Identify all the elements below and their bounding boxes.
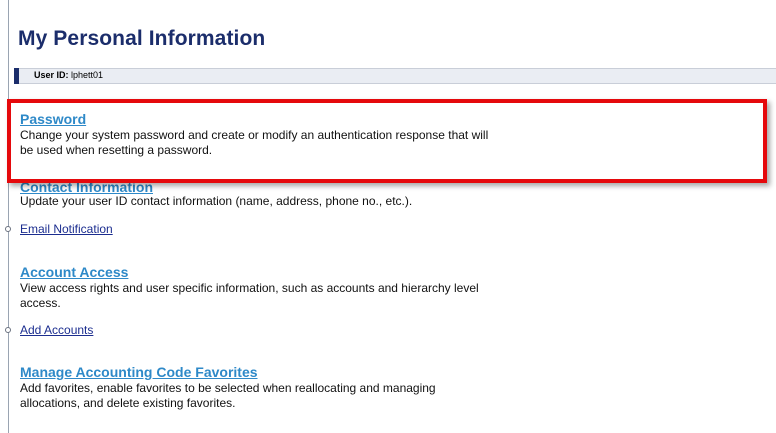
personal-information-page: My Personal Information User ID: lphett0… xyxy=(0,0,776,433)
password-link[interactable]: Password xyxy=(20,112,488,127)
user-id-value: lphett01 xyxy=(71,70,104,80)
page-left-border xyxy=(8,0,9,433)
account-access-description: View access rights and user specific inf… xyxy=(20,281,479,310)
contact-information-link[interactable]: Contact Information xyxy=(20,180,412,195)
user-id-text: User ID: lphett01 xyxy=(34,70,103,80)
add-accounts-link[interactable]: Add Accounts xyxy=(20,323,93,337)
accounting-code-favorites-description: Add favorites, enable favorites to be se… xyxy=(20,381,436,410)
email-notification-bullet-icon xyxy=(5,226,11,232)
contact-information-section: Contact Information Update your user ID … xyxy=(20,180,412,209)
accounting-code-favorites-section: Manage Accounting Code Favorites Add fav… xyxy=(20,365,436,411)
user-id-bar-accent xyxy=(14,68,19,84)
accounting-code-favorites-link[interactable]: Manage Accounting Code Favorites xyxy=(20,365,436,380)
add-accounts-bullet-icon xyxy=(5,327,11,333)
password-section: Password Change your system password and… xyxy=(20,112,488,158)
account-access-section: Account Access View access rights and us… xyxy=(20,265,479,311)
account-access-link[interactable]: Account Access xyxy=(20,265,479,280)
contact-information-description: Update your user ID contact information … xyxy=(20,194,413,208)
page-title: My Personal Information xyxy=(18,27,266,50)
email-notification-link[interactable]: Email Notification xyxy=(20,222,113,236)
user-id-bar: User ID: lphett01 xyxy=(14,68,776,84)
password-description: Change your system password and create o… xyxy=(20,128,489,157)
user-id-label: User ID: xyxy=(34,70,69,80)
